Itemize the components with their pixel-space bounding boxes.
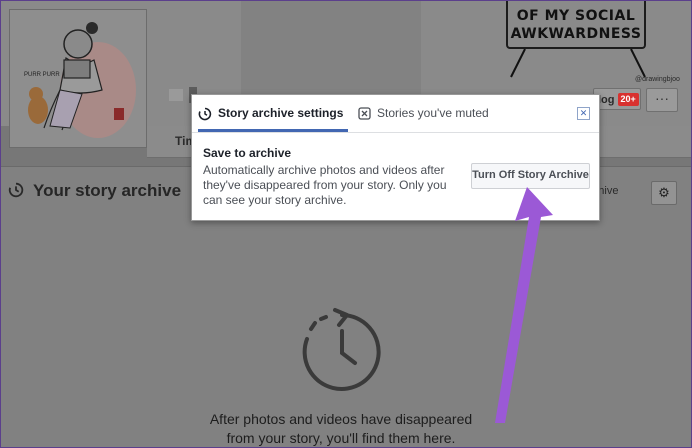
section-description: Automatically archive photos and videos … xyxy=(203,163,447,207)
tab-label: Story archive settings xyxy=(218,106,344,120)
more-options-button[interactable]: ··· xyxy=(646,88,678,112)
section-heading: Save to archive xyxy=(203,146,292,160)
blog-button[interactable]: log 20+ xyxy=(593,88,641,110)
cover-caption: OF MY SOCIAL AWKWARDNESS xyxy=(506,1,646,49)
sign-legs-drawing xyxy=(510,49,646,78)
empty-state-message: After photos and videos have disappeared… xyxy=(209,411,473,446)
profile-picture[interactable]: PURR PURR xyxy=(9,9,147,148)
close-icon[interactable]: ✕ xyxy=(577,107,590,120)
profile-name-fragment xyxy=(169,89,183,101)
profile-illustration: PURR PURR xyxy=(24,22,136,138)
tab-label: Stories you've muted xyxy=(377,106,489,120)
annotation-arrow xyxy=(495,187,553,423)
tab-story-archive-settings[interactable]: Story archive settings xyxy=(198,95,348,132)
x-box-icon xyxy=(358,107,371,120)
blog-label: log xyxy=(598,94,615,106)
screen: OF MY SOCIAL AWKWARDNESS @drawingbjoo PUR… xyxy=(0,0,692,448)
clock-rewind-icon xyxy=(302,308,381,391)
cover-illustration: OF MY SOCIAL AWKWARDNESS @drawingbjoo xyxy=(241,1,680,96)
dialog-tabs: Story archive settings Stories you've mu… xyxy=(192,95,599,133)
clock-rewind-icon xyxy=(198,107,212,121)
purr-caption: PURR PURR xyxy=(24,72,60,78)
clock-rewind-icon xyxy=(8,182,24,198)
gear-icon[interactable]: ⚙ xyxy=(651,181,677,205)
notification-badge: 20+ xyxy=(617,93,639,106)
artist-signature: @drawingbjoo xyxy=(635,76,680,83)
tab-stories-muted[interactable]: Stories you've muted xyxy=(358,95,489,132)
page-title: Your story archive xyxy=(33,181,182,200)
